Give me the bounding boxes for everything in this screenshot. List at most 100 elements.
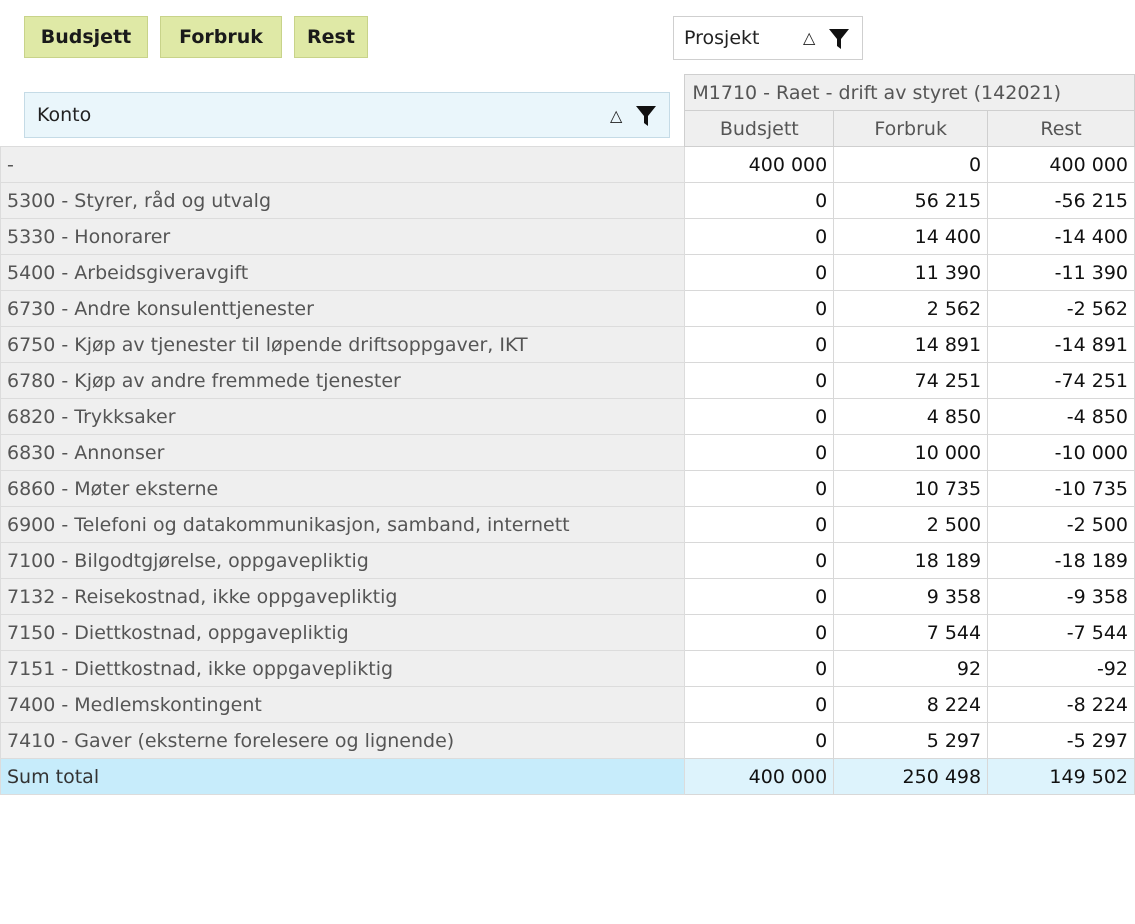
row-label-konto[interactable]: 6750 - Kjøp av tjenester til løpende dri… — [0, 326, 686, 363]
table-row: 6820 - Trykksaker 0 4 850 -4 850 — [0, 398, 1135, 435]
row-label-konto[interactable]: 6730 - Andre konsulenttjenester — [0, 290, 686, 327]
cell-budsjett: 0 — [684, 218, 835, 255]
column-header-forbruk[interactable]: Forbruk — [833, 110, 989, 147]
cell-budsjett: 0 — [684, 290, 835, 327]
table-row: -400 000 0 400 000 — [0, 146, 1135, 183]
column-header-budsjett[interactable]: Budsjett — [684, 110, 835, 147]
row-label-konto[interactable]: 6900 - Telefoni og datakommunikasjon, sa… — [0, 506, 686, 543]
column-field-prosjekt[interactable]: Prosjekt △ — [673, 16, 863, 60]
row-label-konto[interactable]: 6830 - Annonser — [0, 434, 686, 471]
row-label-konto[interactable]: 7410 - Gaver (eksterne forelesere og lig… — [0, 722, 686, 759]
cell-rest: -14 891 — [987, 326, 1135, 363]
cell-forbruk: 8 224 — [833, 686, 989, 723]
row-field-konto[interactable]: Konto △ — [24, 92, 670, 138]
cell-rest: -5 297 — [987, 722, 1135, 759]
table-row: 6830 - Annonser 0 10 000 -10 000 — [0, 434, 1135, 471]
cell-budsjett: 0 — [684, 722, 835, 759]
value-field-forbruk[interactable]: Forbruk — [160, 16, 282, 58]
cell-forbruk: 56 215 — [833, 182, 989, 219]
cell-rest: -8 224 — [987, 686, 1135, 723]
cell-budsjett: 0 — [684, 614, 835, 651]
row-label-konto[interactable]: 6860 - Møter eksterne — [0, 470, 686, 507]
total-budsjett: 400 000 — [684, 758, 835, 795]
row-label-konto[interactable]: 7400 - Medlemskontingent — [0, 686, 686, 723]
pivot-table: M1710 - Raet - drift av styret (142021) … — [0, 74, 1135, 795]
cell-budsjett: 0 — [684, 542, 835, 579]
cell-forbruk: 18 189 — [833, 542, 989, 579]
cell-budsjett: 0 — [684, 362, 835, 399]
table-row: 7132 - Reisekostnad, ikke oppgavepliktig… — [0, 578, 1135, 615]
row-label-konto[interactable]: 5330 - Honorarer — [0, 218, 686, 255]
cell-forbruk: 0 — [833, 146, 989, 183]
cell-forbruk: 2 562 — [833, 290, 989, 327]
cell-forbruk: 2 500 — [833, 506, 989, 543]
row-label-konto[interactable]: 6780 - Kjøp av andre fremmede tjenester — [0, 362, 686, 399]
row-label-konto[interactable]: 6820 - Trykksaker — [0, 398, 686, 435]
cell-forbruk: 10 735 — [833, 470, 989, 507]
cell-rest: -11 390 — [987, 254, 1135, 291]
cell-rest: -10 000 — [987, 434, 1135, 471]
cell-budsjett: 400 000 — [684, 146, 835, 183]
cell-budsjett: 0 — [684, 398, 835, 435]
cell-forbruk: 5 297 — [833, 722, 989, 759]
cell-budsjett: 0 — [684, 686, 835, 723]
column-header-rest[interactable]: Rest — [987, 110, 1135, 147]
cell-budsjett: 0 — [684, 326, 835, 363]
table-row: 7410 - Gaver (eksterne forelesere og lig… — [0, 722, 1135, 759]
cell-rest: 400 000 — [987, 146, 1135, 183]
cell-forbruk: 92 — [833, 650, 989, 687]
row-field-label: Konto — [37, 104, 92, 126]
table-row: 5400 - Arbeidsgiveravgift 0 11 390 -11 390 — [0, 254, 1135, 291]
column-field-label: Prosjekt — [684, 27, 760, 49]
sort-triangle-icon[interactable]: △ — [803, 17, 815, 59]
table-row: 7100 - Bilgodtgjørelse, oppgavepliktig 0 1… — [0, 542, 1135, 579]
total-rest: 149 502 — [987, 758, 1135, 795]
cell-rest: -74 251 — [987, 362, 1135, 399]
value-field-budsjett[interactable]: Budsjett — [24, 16, 148, 58]
cell-rest: -2 500 — [987, 506, 1135, 543]
cell-rest: -2 562 — [987, 290, 1135, 327]
row-label-konto[interactable]: - — [0, 146, 686, 183]
cell-rest: -14 400 — [987, 218, 1135, 255]
project-header[interactable]: M1710 - Raet - drift av styret (142021) — [684, 74, 1135, 111]
cell-budsjett: 0 — [684, 182, 835, 219]
cell-forbruk: 14 400 — [833, 218, 989, 255]
table-row: 7400 - Medlemskontingent 0 8 224 -8 224 — [0, 686, 1135, 723]
table-row: 5300 - Styrer, råd og utvalg 0 56 215 -56 2… — [0, 182, 1135, 219]
table-row: 6730 - Andre konsulenttjenester 0 2 562 -2 … — [0, 290, 1135, 327]
value-field-rest[interactable]: Rest — [294, 16, 368, 58]
cell-forbruk: 4 850 — [833, 398, 989, 435]
sort-triangle-icon[interactable]: △ — [610, 94, 622, 138]
cell-budsjett: 0 — [684, 506, 835, 543]
table-row: 7151 - Diettkostnad, ikke oppgavepliktig… — [0, 650, 1135, 687]
cell-rest: -56 215 — [987, 182, 1135, 219]
total-forbruk: 250 498 — [833, 758, 989, 795]
cell-forbruk: 14 891 — [833, 326, 989, 363]
cell-forbruk: 9 358 — [833, 578, 989, 615]
row-label-konto[interactable]: 5400 - Arbeidsgiveravgift — [0, 254, 686, 291]
cell-budsjett: 0 — [684, 434, 835, 471]
row-label-konto[interactable]: 7132 - Reisekostnad, ikke oppgavepliktig — [0, 578, 686, 615]
row-label-konto[interactable]: 5300 - Styrer, råd og utvalg — [0, 182, 686, 219]
total-label: Sum total — [0, 758, 686, 795]
table-row: 5330 - Honorarer 0 14 400 -14 400 — [0, 218, 1135, 255]
cell-rest: -18 189 — [987, 542, 1135, 579]
cell-rest: -9 358 — [987, 578, 1135, 615]
cell-forbruk: 7 544 — [833, 614, 989, 651]
row-label-konto[interactable]: 7100 - Bilgodtgjørelse, oppgavepliktig — [0, 542, 686, 579]
row-label-konto[interactable]: 7151 - Diettkostnad, ikke oppgavepliktig — [0, 650, 686, 687]
cell-forbruk: 10 000 — [833, 434, 989, 471]
cell-rest: -4 850 — [987, 398, 1135, 435]
cell-forbruk: 74 251 — [833, 362, 989, 399]
total-row: Sum total 400 000 250 498 149 502 — [0, 758, 1135, 795]
cell-rest: -92 — [987, 650, 1135, 687]
cell-budsjett: 0 — [684, 470, 835, 507]
funnel-filter-icon[interactable] — [828, 28, 850, 50]
table-row: 6860 - Møter eksterne 0 10 735 -10 735 — [0, 470, 1135, 507]
funnel-filter-icon[interactable] — [635, 105, 657, 127]
cell-forbruk: 11 390 — [833, 254, 989, 291]
row-label-konto[interactable]: 7150 - Diettkostnad, oppgavepliktig — [0, 614, 686, 651]
table-row: 7150 - Diettkostnad, oppgavepliktig 0 7 54… — [0, 614, 1135, 651]
table-row: 6900 - Telefoni og datakommunikasjon, sa… — [0, 506, 1135, 543]
cell-rest: -7 544 — [987, 614, 1135, 651]
